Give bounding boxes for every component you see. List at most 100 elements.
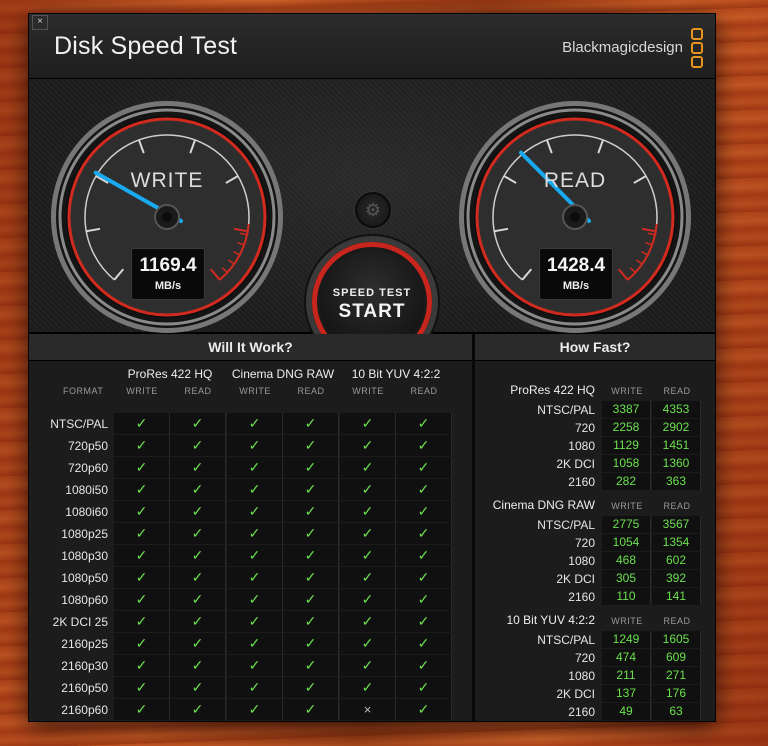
how-fast-row-label: 1080 bbox=[568, 439, 595, 453]
check-icon: ✓ bbox=[340, 655, 396, 676]
check-icon: ✓ bbox=[227, 457, 283, 478]
how-fast-read-value: 2902 bbox=[652, 419, 701, 436]
check-icon: ✓ bbox=[170, 545, 226, 566]
how-fast-write-value: 2258 bbox=[602, 419, 651, 436]
check-icon: ✓ bbox=[396, 435, 452, 456]
how-fast-read-value: 141 bbox=[652, 588, 701, 605]
check-icon: ✓ bbox=[396, 567, 452, 588]
check-icon: ✓ bbox=[114, 655, 170, 676]
read-speed-unit: MB/s bbox=[562, 280, 590, 292]
close-button[interactable]: × bbox=[32, 15, 48, 30]
how-fast-write-value: 1054 bbox=[602, 534, 651, 551]
how-fast-row-label: NTSC/PAL bbox=[537, 633, 595, 647]
write-readout: 1169.4 MB/s bbox=[131, 248, 205, 300]
how-fast-row-label: 720 bbox=[574, 536, 595, 550]
check-icon: ✓ bbox=[283, 699, 339, 720]
how-fast-read-value: 1354 bbox=[652, 534, 701, 551]
how-fast-row-label: 720 bbox=[574, 651, 595, 665]
check-icon: ✓ bbox=[283, 523, 339, 544]
check-icon: ✓ bbox=[283, 413, 339, 434]
format-row-label: 1080i60 bbox=[65, 505, 108, 519]
will-it-work-table: FORMAT ProRes 422 HQ WRITE READ Cinema DNG … bbox=[29, 361, 472, 721]
format-row-label: 1080p30 bbox=[61, 549, 108, 563]
format-row-label: 1080p60 bbox=[61, 593, 108, 607]
check-icon: ✓ bbox=[396, 457, 452, 478]
start-button-label: START bbox=[338, 301, 406, 322]
check-icon: ✓ bbox=[396, 655, 452, 676]
how-fast-read-value: 392 bbox=[652, 570, 701, 587]
check-icon: ✓ bbox=[283, 457, 339, 478]
check-icon: ✓ bbox=[170, 523, 226, 544]
gauge-needle-cap bbox=[162, 212, 172, 222]
brand-name: Blackmagicdesign bbox=[562, 39, 683, 56]
how-fast-write-value: 468 bbox=[602, 552, 651, 569]
check-icon: ✓ bbox=[283, 589, 339, 610]
format-row-label: 2160p25 bbox=[61, 637, 108, 651]
check-icon: ✓ bbox=[340, 501, 396, 522]
format-row-label: 720p60 bbox=[67, 461, 108, 475]
read-readout: 1428.4 MB/s bbox=[539, 248, 613, 300]
check-icon: ✓ bbox=[283, 655, 339, 676]
write-speed-value: 1169.4 bbox=[139, 255, 197, 276]
check-icon: ✓ bbox=[283, 677, 339, 698]
start-button-caption: SPEED TEST bbox=[332, 287, 412, 299]
check-icon: ✓ bbox=[340, 413, 396, 434]
check-icon: ✓ bbox=[227, 567, 283, 588]
blackmagic-logo-icon bbox=[691, 28, 703, 70]
how-fast-write-header: WRITE bbox=[611, 616, 643, 626]
how-fast-row-label: 720 bbox=[574, 421, 595, 435]
check-icon: ✓ bbox=[283, 633, 339, 654]
how-fast-write-value: 110 bbox=[602, 588, 651, 605]
format-group-header: 10 Bit YUV 4:2:2 bbox=[351, 367, 441, 381]
how-fast-write-value: 3387 bbox=[602, 401, 651, 418]
check-icon: ✓ bbox=[283, 567, 339, 588]
check-icon: ✓ bbox=[114, 611, 170, 632]
how-fast-row-label: 2160 bbox=[568, 590, 595, 604]
how-fast-read-value: 602 bbox=[652, 552, 701, 569]
how-fast-write-value: 1249 bbox=[602, 631, 651, 648]
check-icon: ✓ bbox=[396, 677, 452, 698]
check-icon: ✓ bbox=[170, 501, 226, 522]
how-fast-write-value: 1058 bbox=[602, 455, 651, 472]
format-row-label: 2160p60 bbox=[61, 703, 108, 717]
check-icon: ✓ bbox=[340, 457, 396, 478]
check-icon: ✓ bbox=[170, 633, 226, 654]
format-row-label: NTSC/PAL bbox=[50, 417, 108, 431]
how-fast-row-label: 1080 bbox=[568, 554, 595, 568]
format-row-label: 2160p30 bbox=[61, 659, 108, 673]
format-row-label: 720p50 bbox=[67, 439, 108, 453]
read-gauge-label: READ bbox=[543, 169, 607, 192]
check-icon: ✓ bbox=[114, 413, 170, 434]
check-icon: ✓ bbox=[340, 633, 396, 654]
how-fast-write-value: 211 bbox=[602, 667, 651, 684]
column-write-header: WRITE bbox=[352, 386, 384, 396]
column-read-header: READ bbox=[297, 386, 325, 396]
check-icon: ✓ bbox=[114, 435, 170, 456]
how-fast-row-label: 2160 bbox=[568, 705, 595, 719]
how-fast-read-value: 363 bbox=[652, 473, 701, 490]
column-read-header: READ bbox=[410, 386, 438, 396]
gauge-panel: WRITE 1169.4 MB/s ⚙ SPEED TEST START REA… bbox=[29, 79, 715, 362]
check-icon: ✓ bbox=[283, 479, 339, 500]
check-icon: ✓ bbox=[340, 479, 396, 500]
check-icon: ✓ bbox=[396, 413, 452, 434]
check-icon: ✓ bbox=[227, 655, 283, 676]
check-icon: ✓ bbox=[114, 457, 170, 478]
check-icon: ✓ bbox=[283, 501, 339, 522]
check-icon: ✓ bbox=[227, 479, 283, 500]
format-column-header: FORMAT bbox=[63, 386, 104, 396]
settings-button[interactable]: ⚙ bbox=[355, 192, 391, 228]
how-fast-row-label: 2K DCI bbox=[556, 572, 595, 586]
how-fast-read-value: 271 bbox=[652, 667, 701, 684]
how-fast-write-header: WRITE bbox=[611, 386, 643, 396]
check-icon: ✓ bbox=[170, 677, 226, 698]
how-fast-read-value: 63 bbox=[652, 703, 701, 720]
check-icon: ✓ bbox=[114, 523, 170, 544]
how-fast-row-label: NTSC/PAL bbox=[537, 403, 595, 417]
how-fast-read-value: 1451 bbox=[652, 437, 701, 454]
cross-icon: × bbox=[340, 699, 396, 720]
check-icon: ✓ bbox=[114, 633, 170, 654]
check-icon: ✓ bbox=[170, 699, 226, 720]
check-icon: ✓ bbox=[170, 457, 226, 478]
how-fast-write-header: WRITE bbox=[611, 501, 643, 511]
